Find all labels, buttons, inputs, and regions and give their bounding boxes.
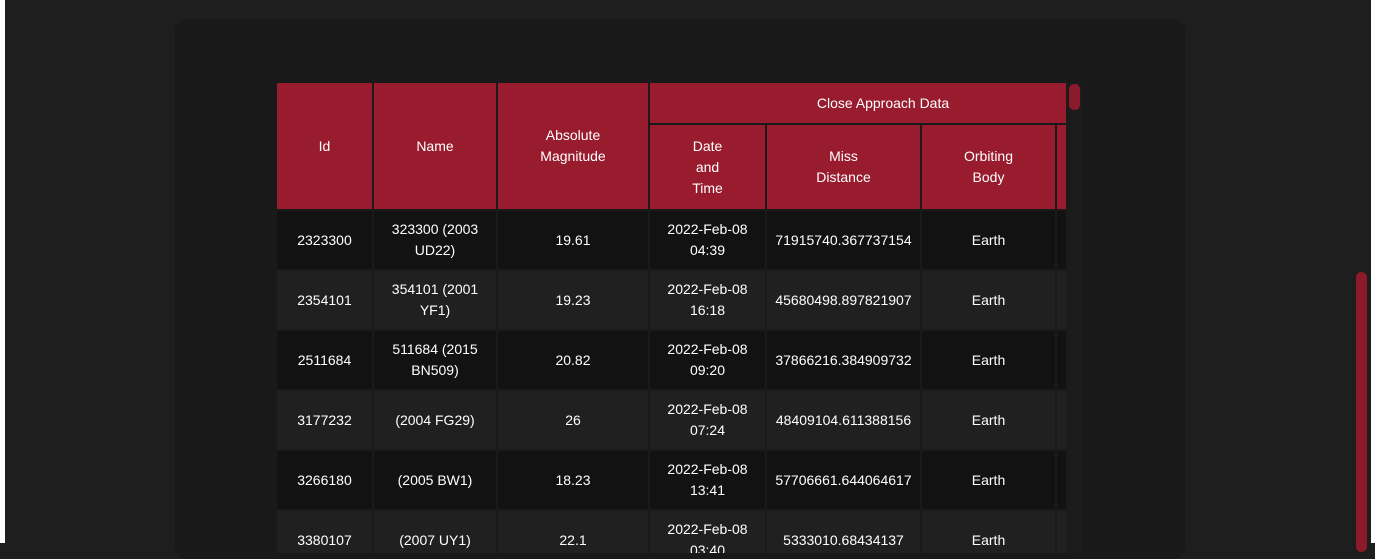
cell-magnitude: 18.23: [497, 450, 650, 511]
cell-name-line: BN509): [411, 362, 459, 378]
header-text-line: Time: [692, 179, 723, 196]
cell-id: 2323300: [277, 210, 374, 271]
header-text-line: Orbiting: [963, 148, 1014, 164]
cell-date-time-line: 04:39: [689, 242, 726, 258]
header-text-line: Absolute: [545, 127, 601, 143]
cell-name-line: (2004 FG29): [395, 411, 475, 428]
cell-name-line: 354101 (2001: [391, 281, 479, 297]
cell-orbiting-body: Earth: [921, 330, 1057, 391]
cell-magnitude: 22.1: [497, 510, 650, 553]
cell-orbiting-body: Earth: [921, 450, 1057, 511]
table-body: 2323300 323300 (2003 UD22) 19.61 2022-Feb-08…: [277, 210, 1066, 553]
cell-date-time: 2022-Feb-08 09:20: [649, 330, 767, 391]
cell-orbiting-body: Earth: [921, 270, 1057, 331]
asteroid-table-container[interactable]: Id Name Absolute Magnitude Close Approac…: [277, 83, 1066, 553]
column-header-orbiting-body[interactable]: Orbiting Body: [921, 124, 1057, 211]
cell-date-time-line: 2022-Feb-08: [667, 461, 748, 477]
cell-miss-distance: 37866216.384909732: [766, 330, 922, 391]
table-header: Id Name Absolute Magnitude Close Approac…: [277, 83, 1066, 211]
cell-magnitude: 20.82: [497, 330, 650, 391]
cell-name-line: 323300 (2003: [391, 221, 479, 237]
cell-hidden: [1056, 330, 1066, 391]
column-header-miss-distance[interactable]: Miss Distance: [766, 124, 922, 211]
column-header-name[interactable]: Name: [373, 83, 498, 211]
cell-hidden: [1056, 510, 1066, 553]
cell-name-line: (2007 UY1): [399, 531, 471, 548]
header-text-line: and: [695, 158, 720, 175]
cell-name: 511684 (2015 BN509): [373, 330, 498, 391]
page-scrollbar-thumb[interactable]: [1356, 272, 1367, 552]
cell-date-time: 2022-Feb-08 13:41: [649, 450, 767, 511]
cell-miss-distance: 48409104.611388156: [766, 390, 922, 451]
cell-date-time-line: 2022-Feb-08: [667, 221, 748, 237]
table-scrollbar[interactable]: [1066, 83, 1082, 553]
column-header-date-time[interactable]: Date and Time: [649, 124, 767, 211]
cell-date-time: 2022-Feb-08 16:18: [649, 270, 767, 331]
table-scrollbar-thumb[interactable]: [1069, 84, 1080, 110]
table-row[interactable]: 2323300 323300 (2003 UD22) 19.61 2022-Feb-08…: [277, 210, 1066, 271]
cell-id: 2354101: [277, 270, 374, 331]
cell-name: (2004 FG29): [373, 390, 498, 451]
cell-date-time: 2022-Feb-08 03:40: [649, 510, 767, 553]
cell-date-time-line: 2022-Feb-08: [667, 281, 748, 297]
table-row[interactable]: 2511684 511684 (2015 BN509) 20.82 2022-Feb-0…: [277, 330, 1066, 391]
cell-magnitude: 19.23: [497, 270, 650, 331]
cell-date-time-line: 2022-Feb-08: [667, 521, 748, 537]
cell-hidden: [1056, 390, 1066, 451]
header-text-line: Date: [692, 137, 723, 154]
page-edge-right: [1371, 0, 1375, 543]
cell-name: 323300 (2003 UD22): [373, 210, 498, 271]
column-group-close-approach: Close Approach Data: [649, 83, 1066, 125]
cell-magnitude: 26: [497, 390, 650, 451]
cell-date-time-line: 13:41: [689, 482, 726, 498]
cell-date-time-line: 09:20: [689, 362, 726, 378]
cell-date-time-line: 16:18: [689, 302, 726, 318]
page-edge-left: [0, 0, 5, 543]
cell-hidden: [1056, 210, 1066, 271]
table-row[interactable]: 3266180 (2005 BW1) 18.23 2022-Feb-08 13:41 57…: [277, 450, 1066, 511]
header-text-line: Distance: [816, 169, 871, 185]
cell-date-time-line: 07:24: [689, 422, 726, 438]
cell-date-time-line: 03:40: [689, 542, 726, 553]
cell-hidden: [1056, 450, 1066, 511]
cell-name: (2005 BW1): [373, 450, 498, 511]
table-row[interactable]: 3380107 (2007 UY1) 22.1 2022-Feb-08 03:40 533…: [277, 510, 1066, 553]
cell-orbiting-body: Earth: [921, 390, 1057, 451]
header-text-line: Body: [972, 169, 1005, 185]
cell-date-time: 2022-Feb-08 04:39: [649, 210, 767, 271]
cell-date-time: 2022-Feb-08 07:24: [649, 390, 767, 451]
cell-name: (2007 UY1): [373, 510, 498, 553]
header-text-line: Magnitude: [540, 148, 606, 164]
table-row[interactable]: 2354101 354101 (2001 YF1) 19.23 2022-Feb-08 1…: [277, 270, 1066, 331]
cell-name-line: UD22): [414, 242, 456, 258]
cell-miss-distance: 57706661.644064617: [766, 450, 922, 511]
cell-name: 354101 (2001 YF1): [373, 270, 498, 331]
cell-miss-distance: 45680498.897821907: [766, 270, 922, 331]
cell-id: 3177232: [277, 390, 374, 451]
cell-date-time-line: 2022-Feb-08: [667, 401, 748, 417]
asteroid-table: Id Name Absolute Magnitude Close Approac…: [277, 83, 1066, 553]
cell-date-time-line: 2022-Feb-08: [667, 341, 748, 357]
cell-miss-distance: 71915740.367737154: [766, 210, 922, 271]
column-header-id[interactable]: Id: [277, 83, 374, 211]
cell-name-line: 511684 (2015: [392, 341, 478, 357]
cell-name-line: YF1): [419, 302, 451, 318]
cell-orbiting-body: Earth: [921, 510, 1057, 553]
cell-miss-distance: 5333010.68434137: [766, 510, 922, 553]
cell-orbiting-body: Earth: [921, 210, 1057, 271]
table-row[interactable]: 3177232 (2004 FG29) 26 2022-Feb-08 07:24 4840…: [277, 390, 1066, 451]
column-header-hidden: [1056, 124, 1066, 211]
cell-id: 3380107: [277, 510, 374, 553]
header-text-line: Miss: [829, 148, 858, 164]
cell-hidden: [1056, 270, 1066, 331]
cell-id: 2511684: [277, 330, 374, 391]
cell-name-line: (2005 BW1): [397, 471, 473, 488]
cell-magnitude: 19.61: [497, 210, 650, 271]
column-header-absolute-magnitude[interactable]: Absolute Magnitude: [497, 83, 650, 211]
cell-id: 3266180: [277, 450, 374, 511]
